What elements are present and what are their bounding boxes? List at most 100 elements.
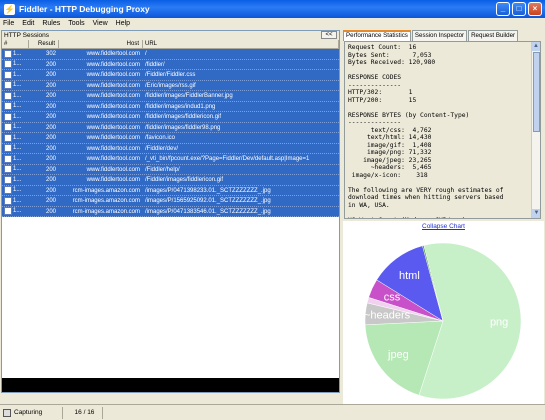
session-icon	[4, 133, 12, 142]
menu-file[interactable]: File	[3, 20, 14, 27]
menu-rules[interactable]: Rules	[42, 20, 60, 27]
statistics-textbox[interactable]: Request Count: 16 Bytes Sent: 7,053 Byte…	[344, 41, 541, 219]
row-url: /Fiddler/help/	[145, 166, 180, 173]
table-row[interactable]: 1... 200 rcm-images.amazon.com/images/P/15…	[2, 196, 339, 207]
tab-performance-statistics[interactable]: Performance Statistics	[343, 30, 411, 41]
tab-session-inspector[interactable]: Session Inspector	[411, 30, 468, 41]
sessions-panel: HTTP Sessions << # Result Host URL 1... 3…	[1, 30, 340, 393]
row-result: 200	[45, 72, 56, 78]
inspector-panel: Performance Statistics Session Inspector…	[343, 30, 544, 404]
scroll-thumb[interactable]	[533, 52, 540, 132]
row-host: www.fiddlertool.com	[86, 61, 140, 68]
table-row[interactable]: 1... 200 rcm-images.amazon.com/images/P/04…	[2, 185, 339, 196]
row-url: /fiddler/images/FiddlerBanner.jpg	[145, 93, 233, 99]
table-row[interactable]: 1... 200 www.fiddlertool.com/Fiddler/dev/	[2, 143, 339, 154]
row-num: 1...	[2, 144, 29, 154]
table-row[interactable]: 1... 200 www.fiddlertool.com/fiddler/image…	[2, 112, 339, 123]
scroll-up-icon[interactable]: ▲	[532, 42, 540, 51]
row-url: /Fiddler/images/fiddlericon.gif	[145, 177, 224, 183]
row-num: 1...	[2, 196, 29, 206]
row-result: 200	[45, 145, 56, 152]
close-button[interactable]: ×	[528, 2, 542, 16]
status-bar: Capturing 16 / 16	[0, 404, 545, 420]
row-num: 1...	[2, 123, 29, 133]
row-num: 1...	[2, 165, 29, 175]
row-host: www.fiddlertool.com	[86, 103, 140, 110]
row-url: /fiddler/	[145, 61, 165, 68]
row-host: www.fiddlertool.com	[86, 124, 140, 131]
table-row[interactable]: 1... 302 www.fiddlertool.com /	[2, 49, 339, 60]
row-num: 1...	[2, 60, 29, 70]
pie-slice-label: png	[490, 317, 508, 329]
row-url: /favicon.ico	[145, 135, 176, 141]
sessions-list: 1... 302 www.fiddlertool.com / 1... 200 www.fi…	[2, 49, 339, 217]
capture-icon	[3, 408, 11, 417]
row-result: 302	[45, 51, 56, 57]
table-row[interactable]: 1... 200 www.fiddlertool.com/Eric/images/r…	[2, 80, 339, 91]
row-url: /fiddler/images/fiddler98.png	[145, 124, 221, 131]
session-count: 16 / 16	[67, 406, 103, 419]
col-url[interactable]: URL	[143, 40, 339, 48]
row-result: 200	[45, 93, 56, 99]
table-row[interactable]: 1... 200 www.fiddlertool.com/fiddler/	[2, 59, 339, 70]
session-icon	[4, 112, 12, 121]
col-host[interactable]: Host	[59, 40, 143, 48]
table-row[interactable]: 1... 200 www.fiddlertool.com/favicon.ico	[2, 133, 339, 144]
row-url: /	[145, 51, 147, 57]
row-result: 200	[45, 135, 56, 141]
menu-tools[interactable]: Tools	[68, 20, 84, 27]
minimize-button[interactable]: _	[496, 2, 510, 16]
row-host: rcm-images.amazon.com	[72, 208, 140, 215]
capture-status-text: Capturing	[14, 409, 43, 416]
table-row[interactable]: 1... 200 rcm-images.amazon.com/images/P/04…	[2, 206, 339, 217]
row-num: 1...	[2, 186, 29, 196]
chart-area: Collapse Chart png jpeg ~headers css html	[343, 221, 544, 404]
sessions-header: HTTP Sessions <<	[2, 31, 339, 40]
col-result[interactable]: Result	[29, 40, 59, 48]
row-num: 1...	[2, 133, 29, 143]
table-row[interactable]: 1... 200 www.fiddlertool.com /_vti_bin/fpco…	[2, 154, 339, 165]
row-url: /Fiddler/Fiddler.css	[145, 72, 196, 78]
menu-view[interactable]: View	[93, 20, 108, 27]
row-result: 200	[45, 208, 56, 215]
sessions-title: HTTP Sessions	[4, 32, 50, 39]
row-host: www.fiddlertool.com	[86, 51, 140, 57]
stats-scrollbar[interactable]: ▲ ▼	[531, 42, 540, 218]
table-row[interactable]: 1... 200 www.fiddlertool.com/Fiddler/Fiddl…	[2, 70, 339, 81]
row-num: 1...	[2, 154, 29, 164]
collapse-chart-link[interactable]: Collapse Chart	[343, 223, 544, 230]
table-row[interactable]: 1... 200 www.fiddlertool.com/Fiddler/image…	[2, 175, 339, 186]
fiddler-app-icon: ⚡	[4, 3, 15, 15]
row-num: 1...	[2, 49, 29, 59]
row-num: 1...	[2, 102, 29, 112]
capture-status[interactable]: Capturing	[0, 406, 63, 419]
collapse-sessions-button[interactable]: <<	[321, 31, 337, 39]
quickexec-bar[interactable]	[2, 378, 339, 392]
row-result: 200	[45, 187, 56, 194]
col-num[interactable]: #	[2, 40, 29, 48]
row-url: /Fiddler/dev/	[145, 145, 179, 152]
row-num: 1...	[2, 91, 29, 101]
window-title: Fiddler - HTTP Debugging Proxy	[19, 4, 150, 14]
title-bar: ⚡ Fiddler - HTTP Debugging Proxy _ □ ×	[0, 0, 545, 18]
session-icon	[4, 49, 12, 58]
table-row[interactable]: 1... 200 www.fiddlertool.com/Fiddler/help/	[2, 164, 339, 175]
table-row[interactable]: 1... 200 www.fiddlertool.com/fiddler/image…	[2, 101, 339, 112]
table-row[interactable]: 1... 200 www.fiddlertool.com/fiddler/image…	[2, 122, 339, 133]
session-icon	[4, 186, 12, 195]
row-num: 1...	[2, 207, 29, 217]
row-host: www.fiddlertool.com	[86, 145, 140, 152]
session-icon	[4, 60, 12, 69]
session-icon	[4, 144, 12, 153]
table-row[interactable]: 1... 200 www.fiddlertool.com/fiddler/image…	[2, 91, 339, 102]
row-num: 1...	[2, 70, 29, 80]
scroll-down-icon[interactable]: ▼	[532, 209, 540, 218]
tab-request-builder[interactable]: Request Builder	[468, 30, 519, 41]
maximize-button[interactable]: □	[512, 2, 526, 16]
content-type-pie-chart: pngjpeg~headerscsshtml	[364, 242, 522, 400]
menu-help[interactable]: Help	[116, 20, 130, 27]
pie-slice-label: jpeg	[387, 349, 409, 361]
row-host: rcm-images.amazon.com	[72, 187, 140, 194]
menu-edit[interactable]: Edit	[22, 20, 34, 27]
row-num: 1...	[2, 112, 29, 122]
